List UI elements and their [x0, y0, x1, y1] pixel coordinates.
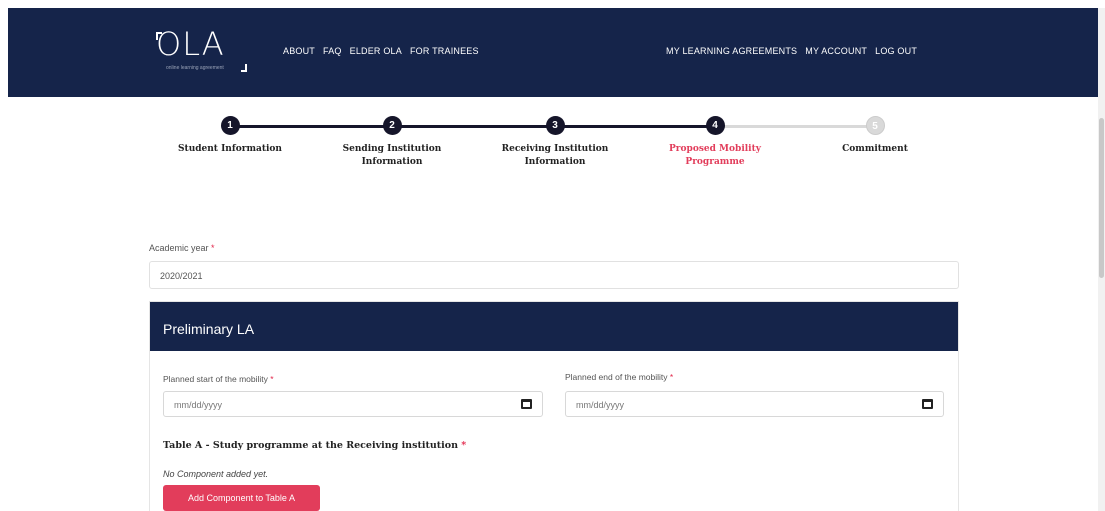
step-number-badge: 2	[382, 116, 402, 135]
nav-elder-ola[interactable]: ELDER OLA	[350, 46, 402, 56]
logo-bracket-bottom-right	[241, 64, 247, 72]
progress-stepper: 1 Student Information 2 Sending Institut…	[160, 116, 960, 196]
planned-start-label: Planned start of the mobility *	[163, 374, 274, 384]
step-label-line2: Information	[524, 157, 586, 167]
nav-about[interactable]: ABOUT	[283, 46, 315, 56]
ola-logo[interactable]: OLA online learning agreement	[156, 26, 250, 76]
step-number-badge: 4	[705, 116, 725, 135]
planned-end-date-input[interactable]: mm/dd/yyyy	[565, 391, 944, 417]
add-component-table-a-button[interactable]: Add Component to Table A	[163, 485, 320, 511]
step-commitment[interactable]: 5 Commitment	[805, 116, 945, 156]
table-a-title: Table A - Study programme at the Receivi…	[163, 440, 466, 451]
academic-year-label-text: Academic year	[149, 243, 209, 253]
calendar-icon[interactable]	[922, 399, 933, 409]
planned-end-label-text: Planned end of the mobility	[565, 372, 668, 382]
required-asterisk: *	[461, 440, 467, 451]
nav-log-out[interactable]: LOG OUT	[875, 46, 917, 56]
step-sending-institution[interactable]: 2 Sending Institution Information	[322, 116, 462, 169]
planned-end-label: Planned end of the mobility *	[565, 372, 673, 382]
academic-year-value: 2020/2021	[160, 271, 203, 281]
step-label-line2: Information	[361, 157, 423, 167]
step-student-information[interactable]: 1 Student Information	[160, 116, 300, 156]
account-nav: MY LEARNING AGREEMENTS MY ACCOUNT LOG OUT	[666, 46, 917, 56]
nav-for-trainees[interactable]: FOR TRAINEES	[410, 46, 479, 56]
nav-faq[interactable]: FAQ	[323, 46, 342, 56]
step-receiving-institution[interactable]: 3 Receiving Institution Information	[485, 116, 625, 169]
required-asterisk: *	[211, 243, 215, 253]
academic-year-label: Academic year *	[149, 243, 215, 253]
step-label: Commitment	[842, 144, 908, 154]
primary-nav: ABOUT FAQ ELDER OLA FOR TRAINEES	[283, 46, 487, 56]
step-label: Sending Institution	[342, 144, 442, 154]
academic-year-field[interactable]: 2020/2021	[149, 261, 959, 289]
logo-tagline: online learning agreement	[166, 65, 224, 71]
nav-my-account[interactable]: MY ACCOUNT	[805, 46, 867, 56]
scrollbar-thumb[interactable]	[1099, 118, 1104, 278]
planned-start-label-text: Planned start of the mobility	[163, 374, 268, 384]
card-header: Preliminary LA	[150, 302, 958, 351]
step-label: Receiving Institution	[501, 144, 609, 154]
stepper-track-complete	[230, 125, 715, 128]
date-placeholder: mm/dd/yyyy	[174, 400, 223, 410]
required-asterisk: *	[669, 372, 674, 382]
step-number-badge: 3	[545, 116, 565, 135]
logo-mark: OLA	[156, 25, 225, 63]
table-a-title-text: Table A - Study programme at the Receivi…	[163, 440, 458, 451]
card-title: Preliminary LA	[163, 321, 255, 337]
planned-start-date-input[interactable]: mm/dd/yyyy	[163, 391, 543, 417]
step-number-badge: 5	[865, 116, 885, 135]
step-label-line2: Programme	[685, 157, 745, 167]
calendar-icon[interactable]	[521, 399, 532, 409]
step-number-badge: 1	[220, 116, 240, 135]
no-component-message: No Component added yet.	[163, 469, 269, 479]
browser-top-strip	[0, 0, 1105, 8]
date-placeholder: mm/dd/yyyy	[576, 400, 625, 410]
nav-my-learning-agreements[interactable]: MY LEARNING AGREEMENTS	[666, 46, 797, 56]
required-asterisk: *	[270, 374, 274, 384]
page-scrollbar[interactable]	[1098, 8, 1105, 511]
step-label: Student Information	[178, 144, 282, 154]
step-proposed-mobility-programme[interactable]: 4 Proposed Mobility Programme	[645, 116, 785, 169]
step-label: Proposed Mobility	[669, 144, 761, 154]
